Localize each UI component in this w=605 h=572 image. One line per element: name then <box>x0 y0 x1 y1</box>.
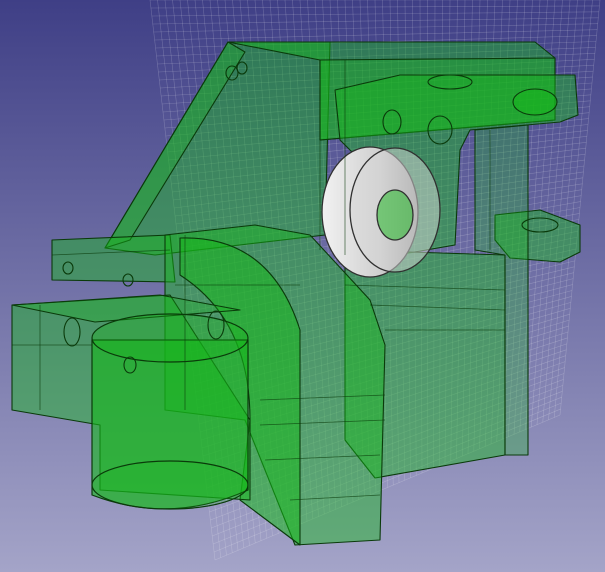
cylinder-bottom <box>91 460 249 510</box>
cylinder-top <box>91 313 249 363</box>
cylinder-mount <box>91 313 249 510</box>
hole-arm-right <box>512 88 558 116</box>
3d-viewport[interactable] <box>0 0 605 572</box>
idler-wheel <box>321 146 441 278</box>
3d-scene[interactable] <box>0 0 605 572</box>
left-ledge <box>51 234 176 283</box>
wheel-hub <box>376 189 414 241</box>
